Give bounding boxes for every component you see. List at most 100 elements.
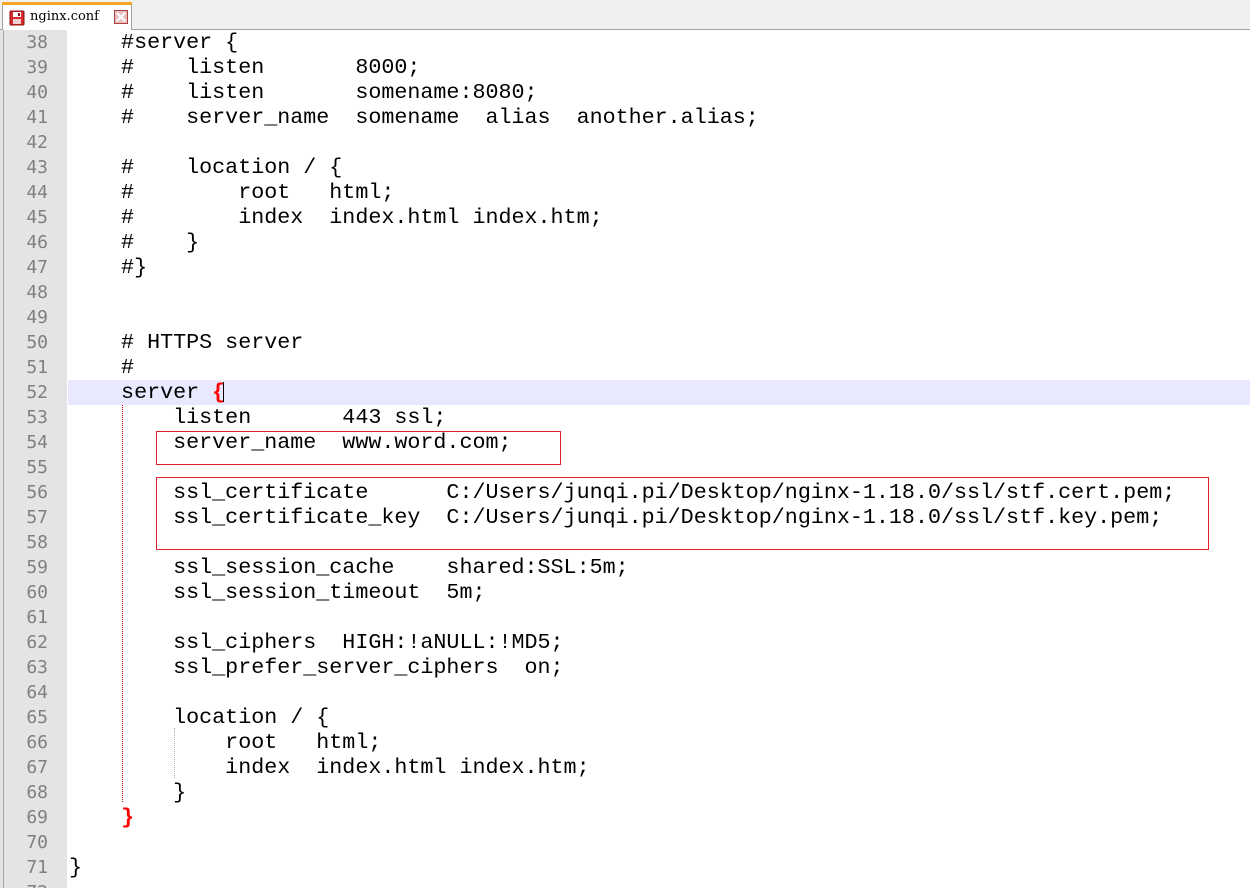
code-line[interactable]: 71} bbox=[0, 855, 1250, 880]
code-text: ssl_prefer_server_ciphers on; bbox=[69, 655, 564, 680]
code-line[interactable]: 55 bbox=[0, 455, 1250, 480]
code-line[interactable]: 54 server_name www.word.com; bbox=[0, 430, 1250, 455]
code-text: } bbox=[69, 780, 187, 805]
line-number: 43 bbox=[26, 157, 48, 178]
matching-brace: } bbox=[121, 805, 135, 830]
code-line[interactable]: 65 location / { bbox=[0, 705, 1250, 730]
code-text: } bbox=[69, 855, 83, 880]
code-line[interactable]: 58 bbox=[0, 530, 1250, 555]
code-line[interactable]: 51 # bbox=[0, 355, 1250, 380]
code-line[interactable]: 40 # listen somename:8080; bbox=[0, 80, 1250, 105]
line-number: 64 bbox=[26, 682, 48, 703]
code-text: #server { bbox=[69, 30, 239, 55]
line-number: 61 bbox=[26, 607, 48, 628]
code-line[interactable]: 61 bbox=[0, 605, 1250, 630]
save-disk-icon bbox=[9, 10, 25, 26]
code-line[interactable]: 72 bbox=[0, 880, 1250, 888]
line-number: 62 bbox=[26, 632, 48, 653]
code-line[interactable]: 52 server { bbox=[0, 380, 1250, 405]
line-number: 38 bbox=[26, 32, 48, 53]
code-line[interactable]: 60 ssl_session_timeout 5m; bbox=[0, 580, 1250, 605]
code-line[interactable]: 57 ssl_certificate_key C:/Users/junqi.pi… bbox=[0, 505, 1250, 530]
code-text: # index index.html index.htm; bbox=[69, 205, 603, 230]
line-number: 69 bbox=[26, 807, 48, 828]
code-text: ssl_ciphers HIGH:!aNULL:!MD5; bbox=[69, 630, 564, 655]
code-line[interactable]: 53 listen 443 ssl; bbox=[0, 405, 1250, 430]
line-number: 52 bbox=[26, 382, 48, 403]
code-text: # listen somename:8080; bbox=[69, 80, 538, 105]
code-text: root html; bbox=[69, 730, 382, 755]
code-text-segment bbox=[69, 805, 121, 830]
code-text: # location / { bbox=[69, 155, 343, 180]
code-line[interactable]: 45 # index index.html index.htm; bbox=[0, 205, 1250, 230]
code-line[interactable]: 68 } bbox=[0, 780, 1250, 805]
code-line[interactable]: 59 ssl_session_cache shared:SSL:5m; bbox=[0, 555, 1250, 580]
line-number: 45 bbox=[26, 207, 48, 228]
code-line[interactable]: 46 # } bbox=[0, 230, 1250, 255]
code-text: #} bbox=[69, 255, 148, 280]
line-number: 55 bbox=[26, 457, 48, 478]
code-line[interactable]: 64 bbox=[0, 680, 1250, 705]
code-text: ssl_certificate C:/Users/junqi.pi/Deskto… bbox=[69, 480, 1176, 505]
line-number: 66 bbox=[26, 732, 48, 753]
code-text: server { bbox=[69, 381, 225, 405]
current-line-highlight bbox=[68, 380, 1250, 405]
line-number: 48 bbox=[26, 282, 48, 303]
tab-bar: nginx.conf bbox=[0, 0, 1250, 30]
code-editor[interactable]: 38 #server {39 # listen 8000; 40 # listen… bbox=[0, 30, 1250, 888]
code-line[interactable]: 49 bbox=[0, 305, 1250, 330]
code-line[interactable]: 66 root html; bbox=[0, 730, 1250, 755]
line-number: 59 bbox=[26, 557, 48, 578]
code-text: index index.html index.htm; bbox=[69, 755, 590, 780]
tab-nginx-conf[interactable]: nginx.conf bbox=[2, 2, 132, 30]
code-line[interactable]: 48 bbox=[0, 280, 1250, 305]
code-text: # listen 8000; bbox=[69, 55, 421, 80]
code-text: # root html; bbox=[69, 180, 395, 205]
line-number: 41 bbox=[26, 107, 48, 128]
line-number: 54 bbox=[26, 432, 48, 453]
code-line[interactable]: 44 # root html; bbox=[0, 180, 1250, 205]
code-line[interactable]: 69 } bbox=[0, 805, 1250, 830]
line-number: 51 bbox=[26, 357, 48, 378]
code-line[interactable]: 67 index index.html index.htm; bbox=[0, 755, 1250, 780]
code-text: # bbox=[69, 355, 135, 380]
line-number: 49 bbox=[26, 307, 48, 328]
code-line[interactable]: 41 # server_name somename alias another.… bbox=[0, 105, 1250, 130]
code-text: ssl_certificate_key C:/Users/junqi.pi/De… bbox=[69, 505, 1163, 530]
code-line[interactable]: 39 # listen 8000; bbox=[0, 55, 1250, 80]
code-text: } bbox=[69, 806, 134, 830]
line-number: 50 bbox=[26, 332, 48, 353]
code-text: # server_name somename alias another.ali… bbox=[69, 105, 759, 130]
code-line[interactable]: 63 ssl_prefer_server_ciphers on; bbox=[0, 655, 1250, 680]
text-caret bbox=[223, 382, 224, 402]
code-text: # HTTPS server bbox=[69, 330, 304, 355]
line-number: 72 bbox=[6, 881, 48, 888]
line-number: 46 bbox=[26, 232, 48, 253]
code-text: location / { bbox=[69, 705, 330, 730]
code-line[interactable]: 47 #} bbox=[0, 255, 1250, 280]
line-number: 42 bbox=[26, 132, 48, 153]
line-number: 56 bbox=[26, 482, 48, 503]
line-number: 39 bbox=[26, 57, 48, 78]
tab-label: nginx.conf bbox=[30, 9, 99, 24]
line-number: 57 bbox=[26, 507, 48, 528]
code-text-segment: server bbox=[69, 380, 213, 405]
code-line[interactable]: 43 # location / { bbox=[0, 155, 1250, 180]
code-line[interactable]: 50 # HTTPS server bbox=[0, 330, 1250, 355]
code-text: server_name www.word.com; bbox=[69, 430, 512, 455]
code-line[interactable]: 62 ssl_ciphers HIGH:!aNULL:!MD5; bbox=[0, 630, 1250, 655]
code-line[interactable]: 42 bbox=[0, 130, 1250, 155]
code-line[interactable]: 38 #server { bbox=[0, 30, 1250, 55]
line-number: 53 bbox=[26, 407, 48, 428]
code-line[interactable]: 70 bbox=[0, 830, 1250, 855]
line-number: 68 bbox=[26, 782, 48, 803]
line-number: 58 bbox=[26, 532, 48, 553]
line-number: 40 bbox=[26, 82, 48, 103]
line-number: 44 bbox=[26, 182, 48, 203]
code-line[interactable]: 56 ssl_certificate C:/Users/junqi.pi/Des… bbox=[0, 480, 1250, 505]
close-icon[interactable] bbox=[114, 10, 128, 24]
line-number: 60 bbox=[26, 582, 48, 603]
code-text: ssl_session_cache shared:SSL:5m; bbox=[69, 555, 629, 580]
line-number: 70 bbox=[26, 832, 48, 853]
line-number: 63 bbox=[26, 657, 48, 678]
